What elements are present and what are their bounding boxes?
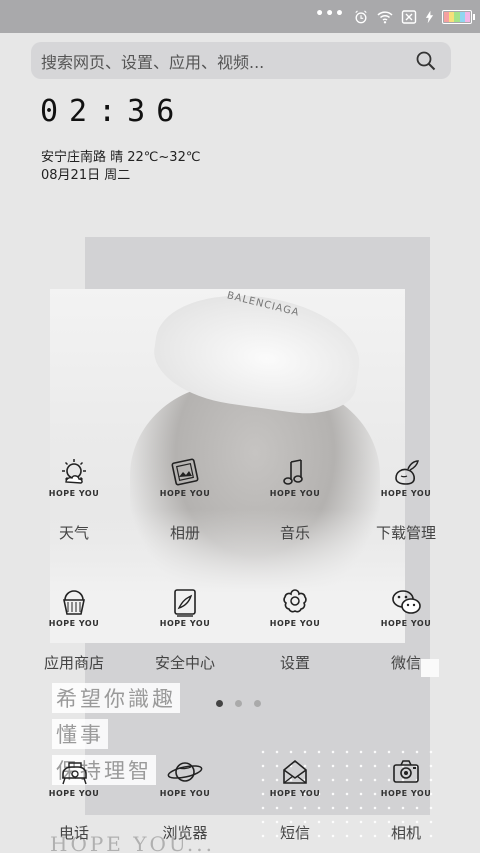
sim-off-icon — [401, 9, 417, 24]
app-camera[interactable]: HOPE YOU 相机 — [351, 756, 461, 843]
page-dot[interactable] — [254, 700, 261, 707]
app-album[interactable]: HOPE YOU 相册 — [130, 456, 240, 543]
alarm-icon — [355, 9, 367, 23]
search-input[interactable]: 搜索网页、设置、应用、视频... — [41, 49, 264, 73]
app-label: 应用商店 — [43, 654, 104, 672]
icon-caption: HOPE YOU — [159, 619, 211, 628]
search-bar[interactable]: 搜索网页、设置、应用、视频... — [31, 42, 451, 79]
more-notifications-icon: ••• — [315, 5, 345, 22]
battery-icon — [442, 9, 475, 24]
browser-icon — [167, 762, 203, 782]
security-icon — [174, 589, 196, 617]
page-dot[interactable] — [235, 700, 242, 707]
app-label: 设置 — [279, 654, 310, 672]
icon-caption: HOPE YOU — [48, 789, 100, 798]
message-icon — [283, 759, 307, 784]
icon-caption: HOPE YOU — [269, 789, 321, 798]
camera-icon — [393, 760, 419, 783]
app-security[interactable]: HOPE YOU 安全中心 — [130, 586, 240, 673]
quote-line-2: 懂事 — [52, 719, 108, 749]
app-weather[interactable]: HOPE YOU 天气 — [19, 456, 129, 543]
icon-caption: HOPE YOU — [269, 489, 321, 498]
app-label: 电话 — [58, 824, 89, 842]
icon-caption: HOPE YOU — [269, 619, 321, 628]
weather-info[interactable]: 安宁庄南路 晴 22℃~32℃ — [41, 146, 200, 165]
icon-caption: HOPE YOU — [380, 619, 432, 628]
app-store[interactable]: HOPE YOU 应用商店 — [19, 586, 129, 673]
app-message[interactable]: HOPE YOU 短信 — [240, 756, 350, 843]
app-label: 音乐 — [279, 524, 310, 542]
app-label: 天气 — [58, 524, 89, 542]
phone-icon — [62, 762, 87, 785]
status-bar: ••• — [0, 0, 480, 33]
charging-icon — [425, 10, 434, 23]
app-label: 短信 — [279, 824, 310, 842]
download-icon — [395, 460, 419, 485]
quote-line-1: 希望你識趣 — [52, 683, 180, 713]
icon-caption: HOPE YOU — [159, 489, 211, 498]
weather-icon — [62, 459, 86, 484]
app-settings[interactable]: HOPE YOU 设置 — [240, 586, 350, 673]
album-icon — [171, 458, 199, 486]
app-phone[interactable]: HOPE YOU 电话 — [19, 756, 129, 843]
icon-caption: HOPE YOU — [48, 619, 100, 628]
app-label: 浏览器 — [162, 824, 208, 842]
icon-caption: HOPE YOU — [380, 489, 432, 498]
icon-caption: HOPE YOU — [48, 489, 100, 498]
app-browser[interactable]: HOPE YOU 浏览器 — [130, 756, 240, 843]
app-label: 微信 — [390, 654, 421, 672]
app-wechat[interactable]: HOPE YOU 微信 — [351, 586, 461, 673]
date-info: 08月21日 周二 — [41, 168, 131, 183]
wifi-icon — [377, 10, 393, 23]
search-icon[interactable] — [415, 50, 437, 72]
app-label: 下载管理 — [375, 524, 436, 542]
app-label: 相册 — [169, 524, 200, 542]
app-label: 相机 — [390, 824, 421, 842]
app-label: 安全中心 — [154, 654, 215, 672]
music-icon — [283, 459, 303, 485]
app-download[interactable]: HOPE YOU 下载管理 — [351, 456, 461, 543]
wechat-icon — [392, 590, 421, 614]
page-dot[interactable] — [216, 700, 223, 707]
icon-caption: HOPE YOU — [159, 789, 211, 798]
clock-time[interactable]: 02:36 — [40, 94, 185, 129]
app-music[interactable]: HOPE YOU 音乐 — [240, 456, 350, 543]
icon-caption: HOPE YOU — [380, 789, 432, 798]
store-icon — [63, 590, 85, 615]
page-indicator[interactable] — [216, 700, 261, 707]
settings-icon — [283, 589, 307, 613]
